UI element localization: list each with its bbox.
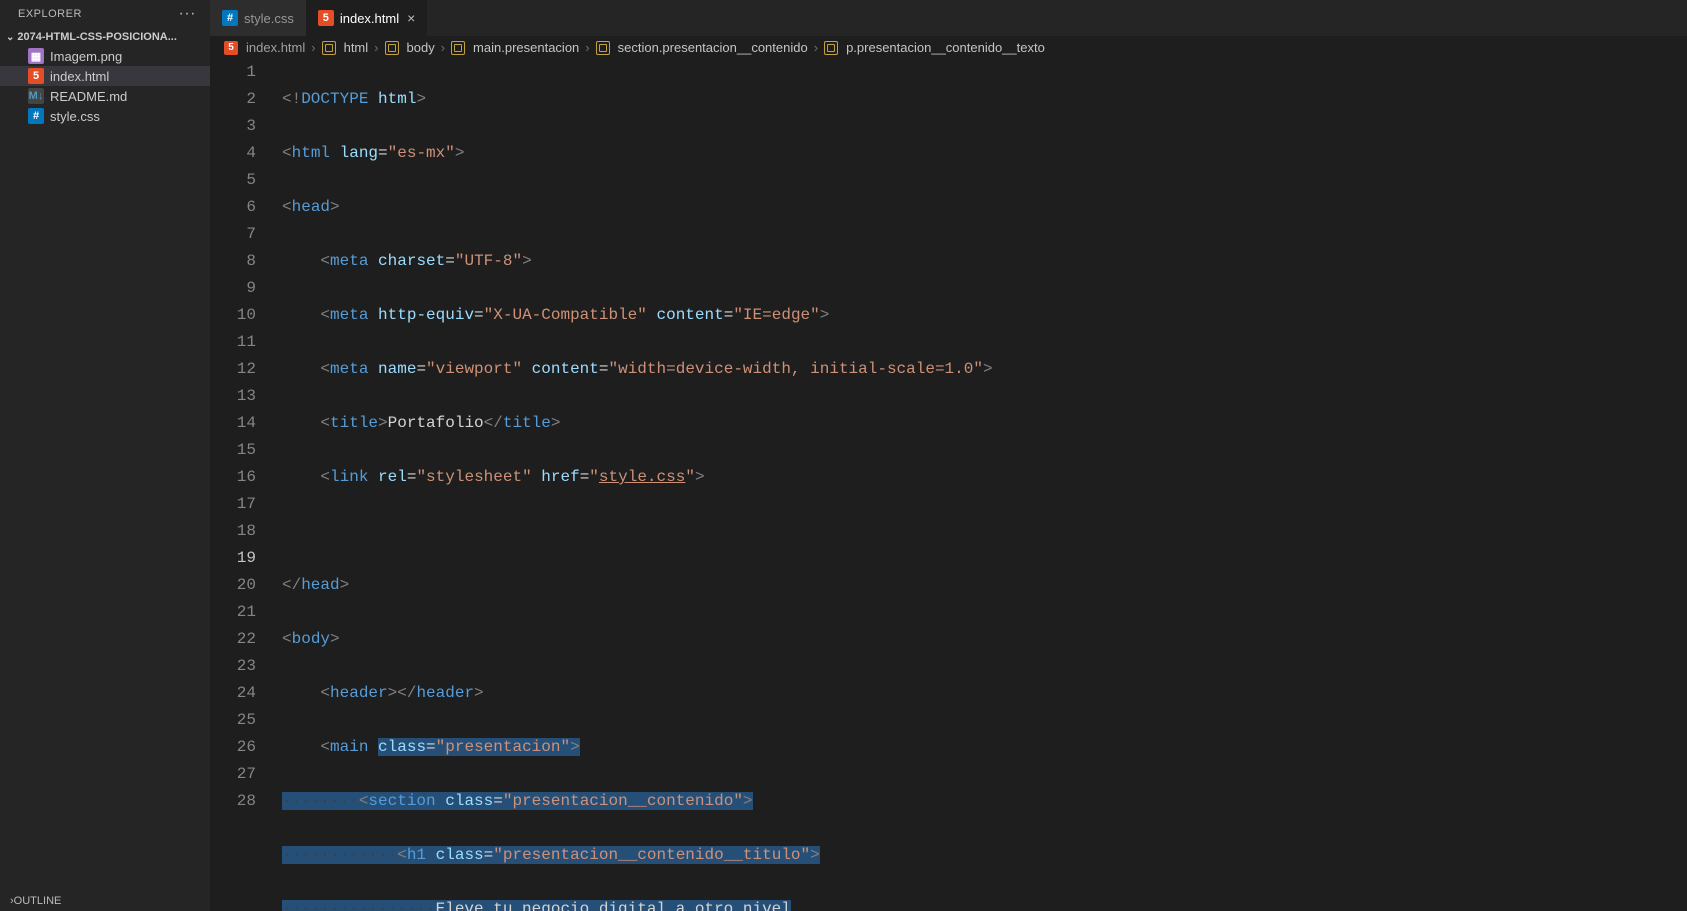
symbol-icon [322, 41, 336, 55]
chevron-right-icon: › [585, 40, 589, 55]
css-icon: # [222, 10, 238, 26]
symbol-icon [824, 41, 838, 55]
close-icon[interactable]: × [407, 10, 415, 26]
code-editor[interactable]: 1234567891011121314151617181920212223242… [210, 59, 1687, 911]
explorer-sidebar: EXPLORER ··· ⌄ 2074-HTML-CSS-POSICIONA..… [0, 0, 210, 911]
file-item-readme[interactable]: M↓ README.md [0, 86, 210, 106]
editor-area: # style.css 5 index.html × 5 index.html … [210, 0, 1687, 911]
chevron-right-icon: › [374, 40, 378, 55]
html-icon: 5 [224, 41, 238, 55]
outline-label: OUTLINE [14, 895, 62, 907]
html-icon: 5 [318, 10, 334, 26]
folder-name: 2074-HTML-CSS-POSICIONA... [17, 31, 177, 43]
tab-label: style.css [244, 11, 294, 26]
outline-section[interactable]: › OUTLINE [0, 891, 210, 911]
breadcrumb-item[interactable]: body [407, 40, 435, 55]
file-item-imagem[interactable]: ▦ Imagem.png [0, 46, 210, 66]
chevron-down-icon: ⌄ [6, 32, 14, 43]
explorer-title: EXPLORER [18, 8, 82, 20]
chevron-right-icon: › [441, 40, 445, 55]
file-item-index[interactable]: 5 index.html [0, 66, 210, 86]
chevron-right-icon: › [311, 40, 315, 55]
breadcrumb[interactable]: 5 index.html › html › body › main.presen… [210, 36, 1687, 59]
breadcrumb-item[interactable]: html [344, 40, 369, 55]
file-label: style.css [50, 109, 100, 124]
css-icon: # [28, 108, 44, 124]
breadcrumb-item[interactable]: p.presentacion__contenido__texto [846, 40, 1045, 55]
image-icon: ▦ [28, 48, 44, 64]
html-icon: 5 [28, 68, 44, 84]
chevron-right-icon: › [814, 40, 818, 55]
file-label: index.html [50, 69, 109, 84]
tab-bar: # style.css 5 index.html × [210, 0, 1687, 36]
file-label: Imagem.png [50, 49, 122, 64]
tab-label: index.html [340, 11, 399, 26]
symbol-icon [596, 41, 610, 55]
code-content[interactable]: <!DOCTYPE html> <html lang="es-mx"> <hea… [278, 59, 1687, 911]
file-item-style[interactable]: # style.css [0, 106, 210, 126]
folder-header[interactable]: ⌄ 2074-HTML-CSS-POSICIONA... [0, 28, 210, 46]
markdown-icon: M↓ [28, 88, 44, 104]
tab-index-html[interactable]: 5 index.html × [306, 0, 427, 36]
breadcrumb-item[interactable]: main.presentacion [473, 40, 579, 55]
breadcrumb-item[interactable]: section.presentacion__contenido [618, 40, 808, 55]
explorer-header: EXPLORER ··· [0, 0, 210, 28]
file-label: README.md [50, 89, 127, 104]
line-number-gutter: 1234567891011121314151617181920212223242… [210, 59, 278, 911]
symbol-icon [385, 41, 399, 55]
symbol-icon [451, 41, 465, 55]
breadcrumb-item[interactable]: index.html [246, 40, 305, 55]
explorer-more-icon[interactable]: ··· [179, 6, 196, 22]
tab-style-css[interactable]: # style.css [210, 0, 306, 36]
